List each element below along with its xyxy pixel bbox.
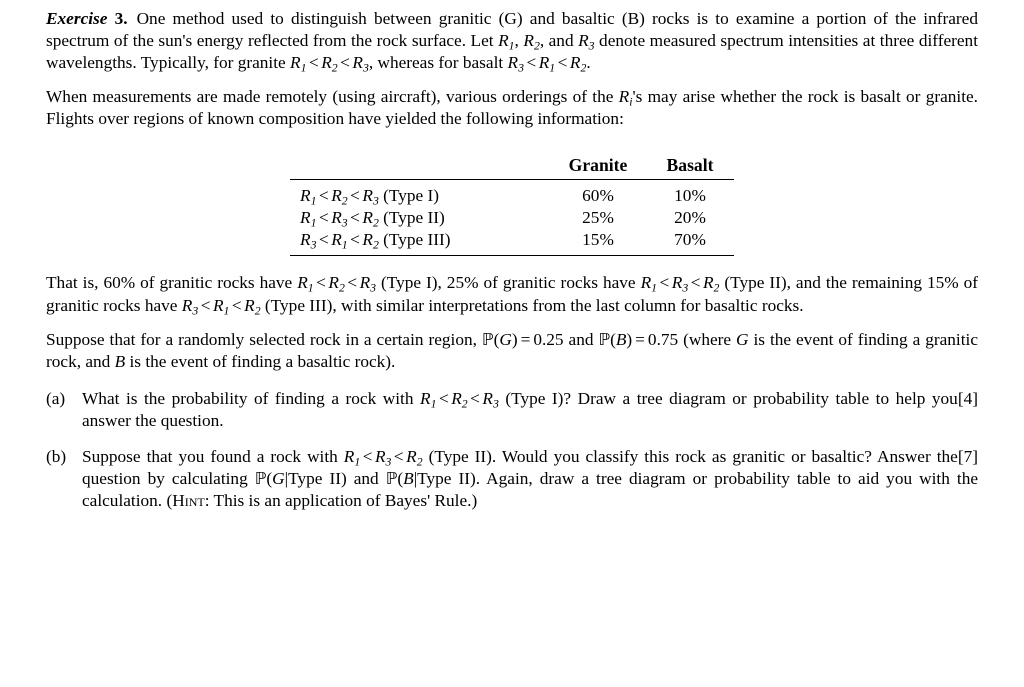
paragraph-3d: (Type III), with similar interpretations…	[260, 295, 804, 315]
intro-text-1d: , whereas for basalt	[368, 53, 508, 73]
math-R: R	[618, 87, 630, 107]
question-marker-a: (a)	[46, 388, 66, 408]
table-header-granite: Granite	[550, 148, 646, 181]
question-body-b: [7] Suppose that you found a rock with R1…	[82, 447, 978, 511]
math-R: R	[498, 31, 509, 51]
question-text-b7: : This is an application of Bayes' Rule.…	[204, 491, 478, 511]
table-row: R1 < R3 < R2 (Type II) 25% 20%	[290, 207, 734, 229]
paragraph-4a: Suppose that for a randomly selected roc…	[46, 329, 482, 349]
intro-text-1e: .	[586, 53, 591, 73]
table-cell-type-label: (Type I)	[383, 186, 440, 206]
hint-label: Hint	[172, 491, 205, 511]
table-cell-granite: 60%	[582, 186, 614, 206]
math-R: R	[290, 53, 301, 73]
question-text-b4: |Type II) and	[284, 469, 386, 489]
exercise-number: 3.	[114, 9, 128, 28]
math-R: R	[523, 31, 534, 51]
question-text-b1: Suppose that you found a rock with	[82, 447, 344, 467]
paragraph-2: When measurements are made remotely (usi…	[46, 86, 978, 130]
exercise-label: Exercise	[46, 9, 108, 28]
question-text-a1: What is the probability of finding a roc…	[82, 388, 421, 408]
paragraph-4b: and	[563, 329, 599, 349]
question-body-a: [4] What is the probability of finding a …	[82, 388, 978, 430]
table-cell-type-label: (Type III)	[383, 230, 451, 250]
table-cell-type-label: (Type II)	[383, 208, 445, 228]
table-row: R1 < R2 < R3 (Type I) 60% 10%	[290, 180, 734, 208]
math-probability-symbol: ℙ	[598, 329, 611, 349]
document-page: Exercise 3. One method used to distinguis…	[46, 8, 978, 512]
table-cell-basalt: 70%	[646, 229, 734, 257]
table-cell-granite: 25%	[582, 208, 614, 228]
table-cell-granite: 15%	[550, 229, 646, 257]
table-cell-basalt: 20%	[674, 208, 706, 228]
question-item-b: (b) [7] Suppose that you found a rock wit…	[46, 446, 978, 512]
paragraph-2a: When measurements are made remotely (usi…	[46, 87, 619, 107]
paragraph-3a: That is, 60% of granitic rocks have	[46, 273, 298, 293]
table-row: R3 < R1 < R2 (Type III) 15% 70%	[290, 229, 734, 257]
paragraph-4c: (where	[678, 329, 737, 349]
table-cell-condition: R1 < R3 < R2 (Type II)	[300, 208, 445, 230]
intro-text-1b: , and	[539, 31, 579, 51]
question-marks-a: [4]	[957, 388, 978, 408]
data-table-container: Granite Basalt R1 < R2 < R3 (Type I) 60% 10%…	[46, 148, 978, 257]
table-header-basalt: Basalt	[646, 148, 734, 181]
question-item-a: (a) [4] What is the probability of findin…	[46, 388, 978, 432]
math-R: R	[578, 31, 589, 51]
math-probability-symbol: ℙ	[385, 469, 398, 489]
table-header-row: Granite Basalt	[290, 148, 734, 181]
paragraph-4e: is the event of finding a basaltic rock)…	[125, 351, 396, 371]
paragraph-3: That is, 60% of granitic rocks have R1 < R…	[46, 273, 978, 317]
intro-paragraph-1: Exercise 3. One method used to distinguis…	[46, 9, 978, 75]
paragraph-4: Suppose that for a randomly selected roc…	[46, 329, 978, 371]
math-probability-symbol: ℙ	[481, 329, 494, 349]
question-list: (a) [4] What is the probability of findin…	[46, 388, 978, 512]
table-cell-condition: R1 < R2 < R3 (Type I)	[300, 186, 440, 208]
table-cell-condition: R3 < R1 < R2 (Type III)	[290, 229, 550, 257]
orderings-probability-table: Granite Basalt R1 < R2 < R3 (Type I) 60% 10%…	[290, 148, 734, 257]
question-marker-b: (b)	[46, 447, 67, 467]
table-header-blank	[290, 148, 550, 181]
question-marks-b: [7]	[957, 447, 978, 467]
table-cell-basalt: 10%	[674, 186, 706, 206]
paragraph-3b: (Type I), 25% of granitic rocks have	[376, 273, 641, 293]
math-probability-symbol: ℙ	[254, 469, 267, 489]
